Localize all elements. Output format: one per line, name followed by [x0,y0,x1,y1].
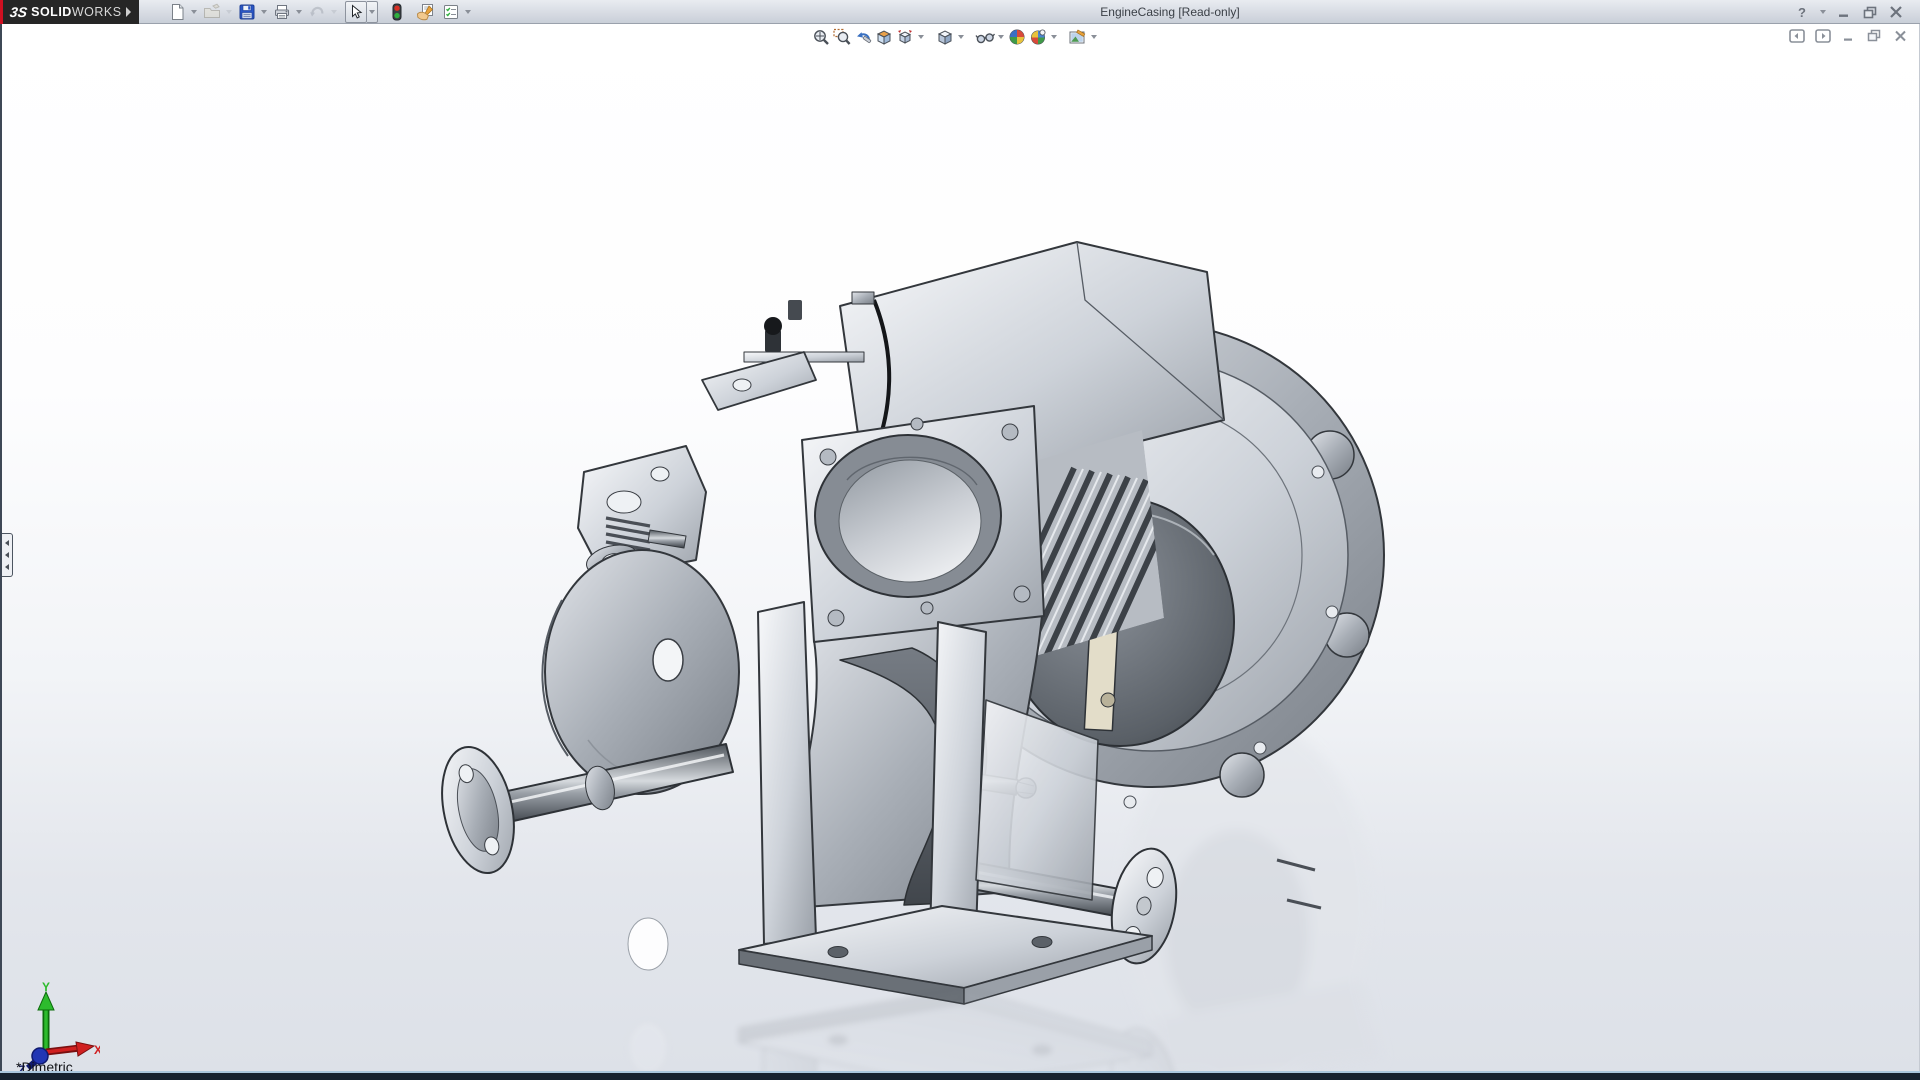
collapse-arrow-icon [5,552,9,558]
edit-appearance-button[interactable] [1006,27,1027,47]
triad-x-label: X [94,1043,100,1057]
doc-restore-icon [1867,29,1881,42]
pane-previous-icon [1788,28,1805,43]
hide-show-items-dropdown[interactable] [995,26,1006,48]
hide-show-items-button[interactable] [974,27,995,47]
zoom-to-fit-button[interactable] [810,27,831,47]
minimize-icon [1838,14,1848,17]
select-tool-dropdown[interactable] [367,1,378,23]
save-button[interactable] [236,1,258,23]
logo-red-accent [0,0,3,24]
doc-minimize-button[interactable] [1840,28,1857,43]
view-orientation-label: *Dimetric [16,1059,73,1071]
collapse-arrow-icon [5,540,9,546]
viewport-canvas[interactable]: Y X Z *Dimetric [0,24,1920,1071]
select-cursor-icon [352,4,363,19]
document-title: EngineCasing [Read-only] [1100,4,1240,19]
options-button[interactable] [440,1,462,23]
options-dropdown[interactable] [462,1,473,23]
bottom-window-edge [0,1071,1920,1080]
engine-casing-model [2,241,1920,1071]
pane-next-button[interactable] [1814,28,1831,43]
title-bar: 3S SOLIDWORKS EngineCasing [Read-only] ? [0,0,1920,24]
help-dropdown[interactable] [1818,3,1828,21]
heads-up-view-toolbar [810,27,1099,47]
close-icon [1890,6,1902,18]
open-button[interactable] [201,1,223,23]
previous-view-button[interactable] [852,27,873,47]
undo-arrow-icon [310,6,324,17]
app-window-controls: ? [1792,0,1906,24]
collapse-arrow-icon [5,564,9,570]
apply-scene-icon [1030,29,1045,45]
file-properties-button[interactable] [414,1,436,23]
pane-next-icon [1814,28,1831,43]
apply-scene-button[interactable] [1027,27,1048,47]
view-settings-button[interactable] [1067,27,1088,47]
restore-icon [1863,6,1876,18]
doc-close-button[interactable] [1892,28,1909,43]
restore-button[interactable] [1860,3,1880,21]
triad-y-label: Y [42,982,50,994]
view-settings-dropdown[interactable] [1088,26,1099,48]
pane-previous-button[interactable] [1788,28,1805,43]
print-dropdown[interactable] [293,1,304,23]
view-orientation-icon [897,30,912,44]
display-style-icon [937,30,952,45]
print-icon [275,5,289,19]
display-style-button[interactable] [934,27,955,47]
feature-pane-collapsed-tab[interactable] [2,533,13,577]
dassault-3ds-mark-icon: 3S [8,4,29,20]
display-style-dropdown[interactable] [955,26,966,48]
solidworks-logo: 3S SOLIDWORKS [0,0,139,24]
apply-scene-dropdown[interactable] [1048,26,1059,48]
doc-minimize-icon [1843,38,1852,41]
undo-dropdown[interactable] [328,1,339,23]
doc-restore-button[interactable] [1866,28,1883,43]
appearance-ball-icon [1009,29,1024,45]
menu-flyout-arrow-icon[interactable] [121,3,136,21]
new-document-icon [172,4,184,20]
help-button[interactable]: ? [1792,3,1812,21]
undo-button[interactable] [306,1,328,23]
section-view-icon [876,30,891,45]
new-document-button[interactable] [166,1,188,23]
zoom-to-area-button[interactable] [831,27,852,47]
traffic-light-icon [392,3,402,21]
file-properties-icon [416,4,433,21]
print-button[interactable] [271,1,293,23]
section-view-button[interactable] [873,27,894,47]
open-dropdown[interactable] [223,1,234,23]
select-tool-button[interactable] [345,1,367,23]
solidworks-wordmark: SOLIDWORKS [31,5,122,19]
open-folder-icon [204,3,220,18]
close-button[interactable] [1886,3,1906,21]
new-document-dropdown[interactable] [188,1,199,23]
rebuild-button[interactable] [386,1,408,23]
view-settings-icon [1069,29,1086,44]
zoom-to-area-icon [832,28,850,45]
model-left-bracket [577,351,817,579]
view-orientation-button[interactable] [894,27,915,47]
previous-view-icon [856,32,871,44]
doc-close-icon [1895,30,1906,41]
zoom-to-fit-icon [813,30,829,45]
document-window-controls [1788,28,1909,43]
standard-toolbar [166,1,475,23]
eyeglasses-icon [974,33,995,44]
options-checklist-icon [444,5,458,19]
minimize-button[interactable] [1834,3,1854,21]
save-floppy-icon [239,4,255,20]
reference-triad: Y X Z [18,982,100,1071]
view-orientation-dropdown[interactable] [915,26,926,48]
save-dropdown[interactable] [258,1,269,23]
